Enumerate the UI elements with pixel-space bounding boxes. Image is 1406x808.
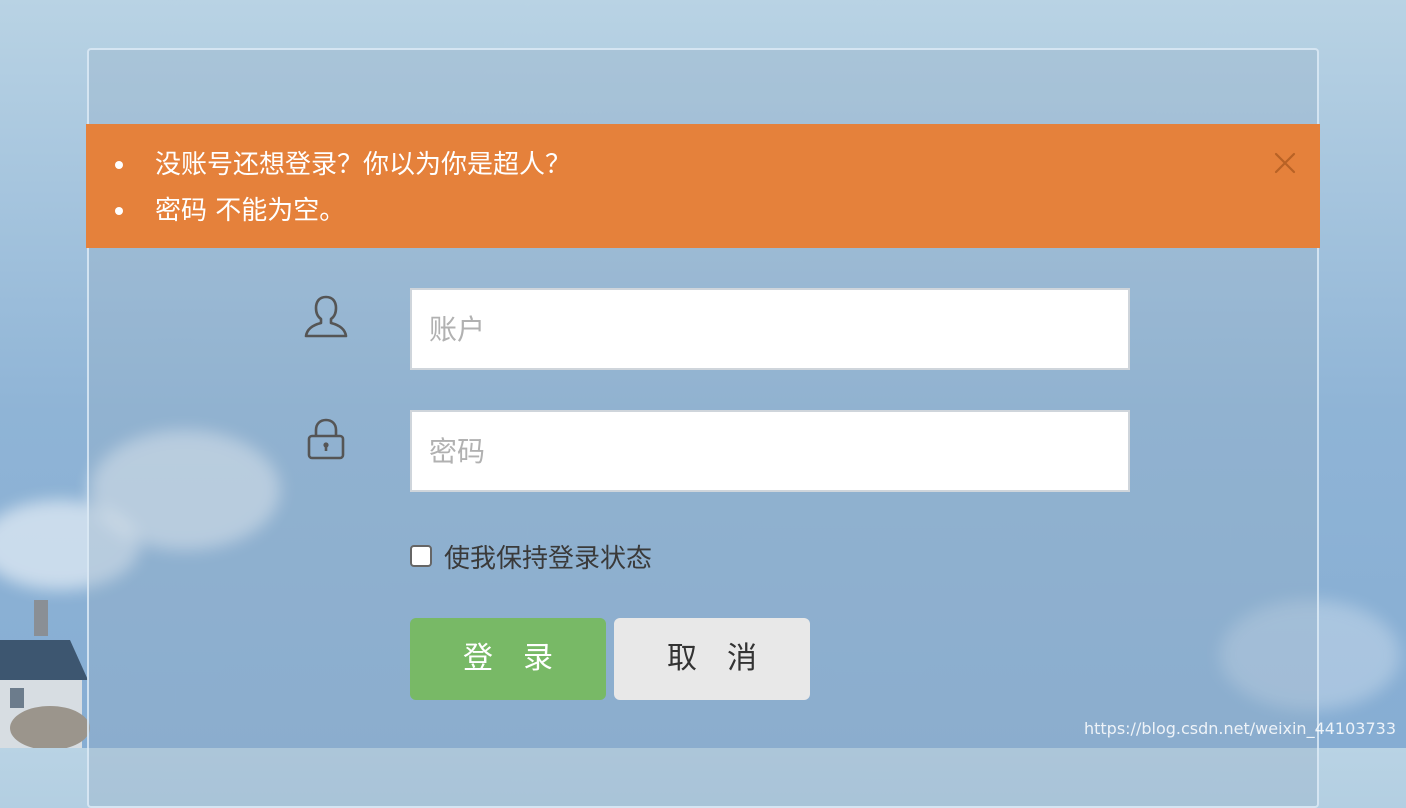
- remember-label: 使我保持登录状态: [444, 543, 653, 574]
- watermark: https://blog.csdn.net/weixin_44103733: [1083, 719, 1396, 738]
- error-text: 密码 不能为空。: [155, 196, 346, 226]
- user-icon: [304, 295, 348, 338]
- password-input[interactable]: [410, 410, 1130, 492]
- house-illustration: [0, 600, 90, 748]
- login-button[interactable]: 登 录: [410, 618, 606, 700]
- error-list: 没账号还想登录？你以为你是超人？ 密码 不能为空。: [86, 146, 571, 238]
- cancel-button[interactable]: 取 消: [614, 618, 810, 700]
- remember-checkbox[interactable]: [410, 545, 432, 567]
- username-input[interactable]: [410, 288, 1130, 370]
- close-icon[interactable]: [1272, 150, 1298, 176]
- remember-me[interactable]: 使我保持登录状态: [410, 541, 652, 574]
- error-text: 没账号还想登录？你以为你是超人？: [155, 150, 572, 180]
- lock-icon: [307, 418, 345, 460]
- error-item: 没账号还想登录？你以为你是超人？: [86, 146, 571, 192]
- error-alert: 没账号还想登录？你以为你是超人？ 密码 不能为空。: [86, 124, 1320, 248]
- error-item: 密码 不能为空。: [86, 192, 571, 238]
- bullet-icon: [115, 161, 123, 169]
- bullet-icon: [115, 207, 123, 215]
